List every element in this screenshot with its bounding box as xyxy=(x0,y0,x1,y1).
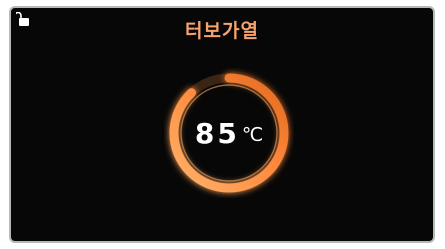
oven-display-screen: 터보가열 85 ℃ xyxy=(9,6,435,243)
cooking-mode-title: 터보가열 xyxy=(185,20,259,42)
temperature-readout: 85 ℃ xyxy=(164,68,294,198)
temperature-value: 85 xyxy=(194,116,240,150)
temperature-unit: ℃ xyxy=(241,124,264,146)
